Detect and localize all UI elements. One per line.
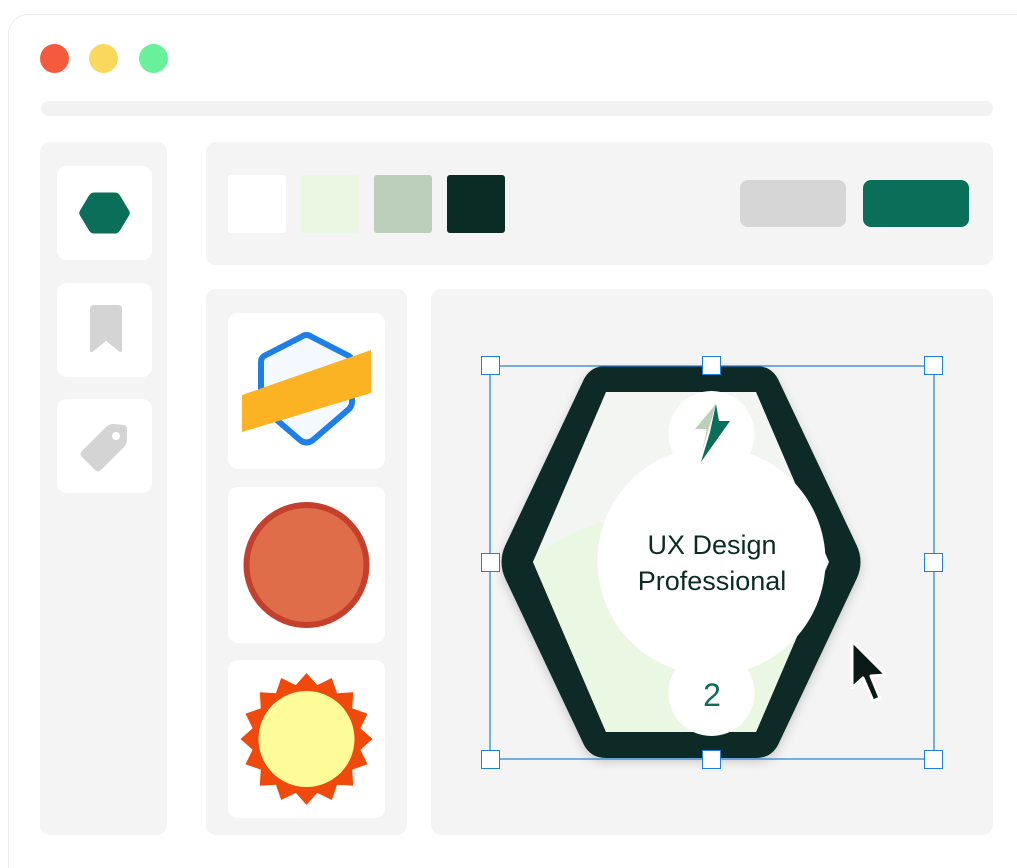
sunburst-badge-icon [240, 673, 373, 805]
shape-option-circle[interactable] [228, 487, 385, 643]
resize-handle-bottom[interactable] [702, 750, 721, 769]
maximize-window-button[interactable] [139, 44, 168, 73]
hexagon-icon [79, 192, 130, 234]
resize-handle-top-left[interactable] [481, 356, 500, 375]
resize-handle-right[interactable] [924, 553, 943, 572]
sidebar-item-badges[interactable] [57, 166, 152, 260]
resize-handle-top-right[interactable] [924, 356, 943, 375]
address-bar[interactable] [41, 101, 993, 116]
sidebar-item-tags[interactable] [57, 399, 152, 493]
shape-option-shield[interactable] [228, 313, 385, 469]
mouse-cursor-icon [850, 639, 888, 703]
badge-center-circle [597, 447, 826, 675]
color-swatch-dark-green[interactable] [447, 175, 505, 233]
shield-ribbon-badge-icon [242, 332, 371, 446]
badge-title-line1: UX Design [647, 530, 776, 560]
badge-title-line2: Professional [638, 566, 787, 596]
badge-level-number: 2 [703, 677, 721, 713]
resize-handle-left[interactable] [481, 553, 500, 572]
resize-handle-top[interactable] [702, 356, 721, 375]
color-swatch-sage[interactable] [374, 175, 432, 233]
circle-badge-icon [243, 502, 370, 628]
color-swatch-light-green[interactable] [301, 175, 359, 233]
resize-handle-bottom-left[interactable] [481, 750, 500, 769]
resize-handle-bottom-right[interactable] [924, 750, 943, 769]
primary-button[interactable] [863, 180, 969, 227]
bookmark-icon [90, 305, 122, 352]
sidebar-item-bookmarks[interactable] [57, 283, 152, 377]
minimize-window-button[interactable] [89, 44, 118, 73]
tag-icon [80, 424, 127, 472]
secondary-button[interactable] [740, 180, 846, 227]
color-swatch-white[interactable] [228, 175, 286, 233]
close-window-button[interactable] [40, 44, 69, 73]
shape-option-sunburst[interactable] [228, 660, 385, 818]
